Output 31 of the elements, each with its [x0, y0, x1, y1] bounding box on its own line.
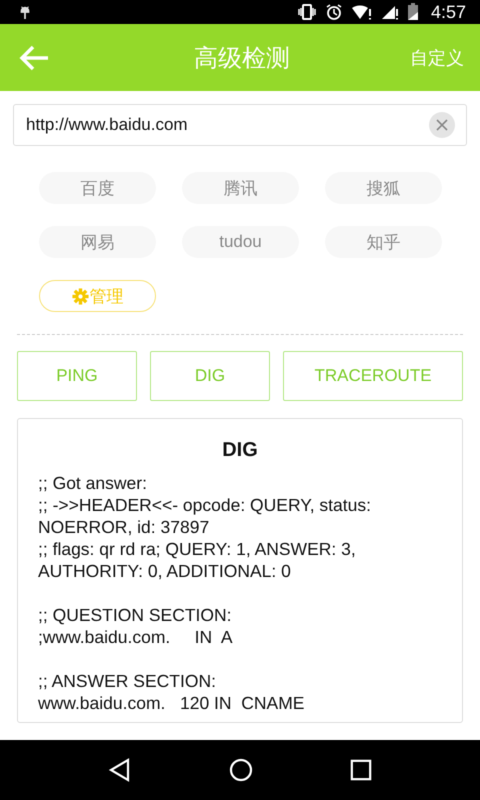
site-chip[interactable]: 腾讯: [182, 172, 299, 204]
vibrate-icon: [296, 4, 317, 20]
site-chip[interactable]: 百度: [39, 172, 156, 204]
output-line: ;; ANSWER SECTION:: [38, 670, 217, 692]
url-input-field[interactable]: http://www.baidu.com: [13, 104, 467, 146]
site-chip[interactable]: 搜狐: [325, 172, 442, 204]
customize-button[interactable]: 自定义: [406, 42, 468, 74]
site-chip[interactable]: 网易: [39, 226, 156, 258]
result-title: DIG: [221, 438, 259, 463]
home-circle-icon[interactable]: [228, 758, 253, 782]
signal-icon: [380, 4, 399, 20]
site-chip[interactable]: tudou: [182, 226, 299, 258]
battery-icon: [406, 3, 419, 21]
tool-button[interactable]: TRACEROUTE: [283, 351, 463, 401]
tool-button[interactable]: DIG: [150, 351, 270, 401]
back-arrow-icon: [18, 44, 50, 72]
output-line: ;; flags: qr rd ra; QUERY: 1, ANSWER: 3, AUTHORITY: 0, ADDITIONAL: 0: [38, 538, 357, 582]
clock-time: 4:57: [430, 2, 466, 22]
recents-square-icon[interactable]: [350, 759, 372, 781]
output-line: www.baidu.com. 120 IN CNAME: [38, 692, 306, 714]
output-line: ;; ->>HEADER<<- opcode: QUERY, status: NOERROR, id: 37897: [38, 494, 372, 538]
output-line: ;; Got answer:: [38, 472, 148, 494]
wifi-icon: [350, 4, 373, 20]
close-icon: [436, 119, 448, 131]
output-line: ;www.baidu.com. IN A: [38, 626, 234, 648]
screen-title: 高级检测: [194, 44, 290, 74]
tool-button[interactable]: PING: [17, 351, 137, 401]
output-line: ;; QUESTION SECTION:: [38, 604, 232, 626]
gear-icon: [72, 288, 88, 304]
alarm-icon: [324, 3, 343, 21]
site-chip[interactable]: 知乎: [325, 226, 442, 258]
